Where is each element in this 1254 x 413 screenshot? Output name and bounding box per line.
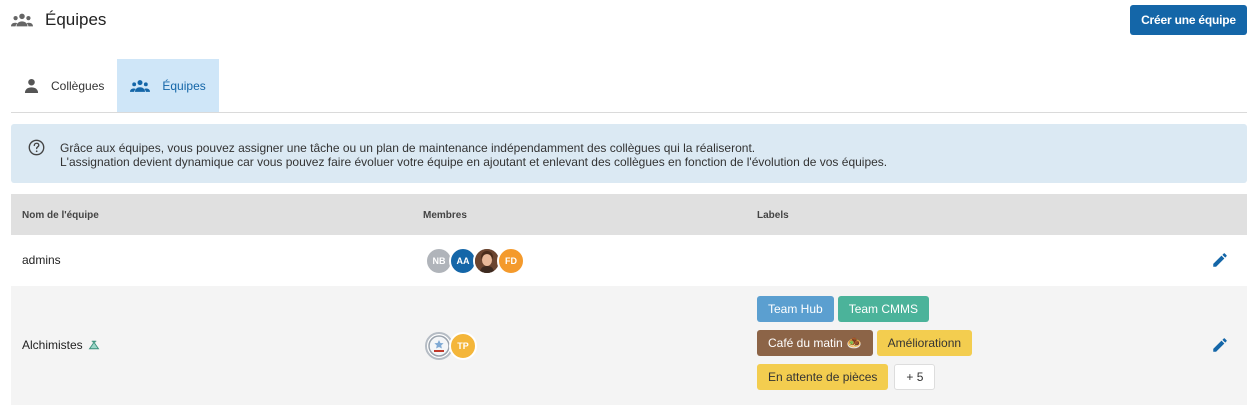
edit-pencil-icon[interactable] (1211, 251, 1229, 269)
tab-colleagues-label: Collègues (51, 78, 105, 93)
label-chip[interactable]: Café du matin 🧆 (757, 330, 873, 356)
label-chip[interactable]: Team CMMS (837, 296, 930, 322)
flask-icon (88, 340, 100, 350)
group-icon (130, 79, 151, 92)
team-logo-icon (428, 335, 450, 357)
info-line-1: Grâce aux équipes, vous pouvez assigner … (60, 141, 756, 155)
label-chip[interactable]: Team Hub (757, 296, 834, 322)
team-name: admins (22, 253, 61, 267)
page-header: Équipes Créer une équipe (0, 0, 1254, 44)
avatar[interactable]: FD (497, 247, 525, 275)
table-row[interactable]: admins NB AA FD (11, 235, 1247, 286)
column-header-members[interactable]: Membres (423, 210, 467, 221)
tab-bar: Collègues Équipes (11, 59, 219, 112)
avatar[interactable]: TP (449, 332, 477, 360)
tab-teams-label: Équipes (162, 78, 206, 93)
tab-teams[interactable]: Équipes (117, 59, 219, 112)
column-header-name[interactable]: Nom de l'équipe (22, 210, 99, 221)
help-circle-icon (28, 139, 45, 156)
table-header: Nom de l'équipe Membres Labels (11, 194, 1247, 235)
labels-list: Team Hub Team CMMS Café du matin 🧆 Améli… (757, 296, 976, 398)
tabs-divider (11, 112, 1247, 113)
more-labels-button[interactable]: + 5 (894, 364, 936, 390)
person-icon (24, 78, 39, 93)
group-icon (11, 13, 33, 27)
team-name-cell: Alchimistes (22, 338, 100, 352)
table-row[interactable]: Alchimistes TP Team Hub Team CMMS Café d… (11, 286, 1247, 405)
members-avatars: NB AA FD (425, 247, 525, 275)
label-chip-text: Café du matin (768, 336, 843, 350)
label-chip[interactable]: Améliorationn (876, 330, 973, 356)
label-chip[interactable]: En attente de pièces (757, 364, 889, 390)
members-avatars: TP (425, 332, 477, 360)
label-chip-emoji: 🧆 (846, 336, 862, 350)
page-title: Équipes (45, 10, 107, 29)
create-team-button[interactable]: Créer une équipe (1130, 5, 1247, 35)
info-banner: Grâce aux équipes, vous pouvez assigner … (11, 124, 1247, 183)
edit-pencil-icon[interactable] (1211, 336, 1229, 354)
info-text: Grâce aux équipes, vous pouvez assigner … (60, 141, 887, 169)
team-name: Alchimistes (22, 338, 83, 352)
teams-table: Nom de l'équipe Membres Labels admins NB… (11, 194, 1247, 405)
user-photo-icon (475, 249, 499, 273)
column-header-labels[interactable]: Labels (757, 210, 789, 221)
tab-colleagues[interactable]: Collègues (11, 59, 117, 112)
info-line-2: L'assignation devient dynamique car vous… (60, 155, 888, 169)
